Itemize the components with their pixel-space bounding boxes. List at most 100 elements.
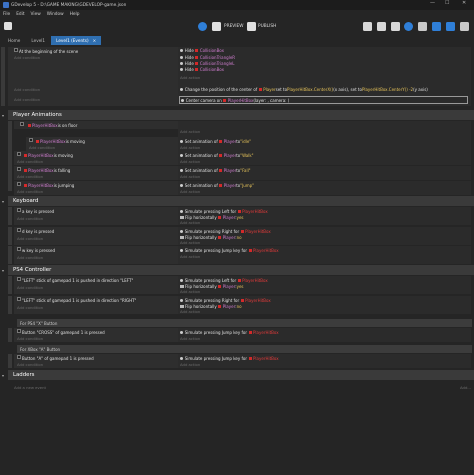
condition-gamepad-stick[interactable]: "LEFT" stick of gamepad 1 is pushed in d…	[22, 278, 133, 283]
group-ladders[interactable]: ▾ Ladders	[2, 370, 474, 380]
add-condition-link[interactable]: Add condition	[17, 189, 43, 194]
condition-key-pressed[interactable]: w key is pressed	[22, 248, 55, 253]
condition-player-state[interactable]: PlayerHitBox is jumping	[22, 183, 74, 188]
close-icon[interactable]: ✕	[462, 0, 466, 6]
add-action-link[interactable]: Add action	[180, 129, 200, 134]
condition-player-state[interactable]: PlayerHitBox is moving	[22, 153, 73, 158]
event-checkbox[interactable]	[14, 48, 18, 52]
simulate-key-action[interactable]: Simulate pressing Jump key for PlayerHitB…	[180, 248, 279, 253]
add-condition-link[interactable]: Add condition	[17, 174, 43, 179]
event-checkbox[interactable]	[17, 152, 21, 156]
add-menu-link[interactable]: Add...	[460, 385, 471, 390]
add-condition-link[interactable]: Add condition	[17, 255, 43, 260]
simulate-key-action[interactable]: Simulate pressing Right for PlayerHitBox	[180, 229, 271, 234]
redo-icon[interactable]	[446, 22, 455, 31]
add-action-link[interactable]: Add action	[180, 174, 200, 179]
event-drag-handle[interactable]	[1, 47, 5, 85]
add-condition-link[interactable]: Add condition	[14, 87, 40, 92]
event-checkbox[interactable]	[17, 167, 21, 171]
condition-on-floor[interactable]: PlayerHitBox is on floor	[26, 123, 77, 128]
add-other-icon[interactable]	[391, 22, 400, 31]
delete-icon[interactable]	[418, 22, 427, 31]
add-action-link[interactable]: Add action	[180, 145, 200, 150]
menu-file[interactable]: File	[3, 12, 10, 17]
condition-gamepad-button[interactable]: Button "A" of gamepad 1 is pressed	[22, 356, 94, 361]
add-action-link[interactable]: Add action	[180, 309, 200, 314]
add-action-link[interactable]: Add action	[180, 75, 200, 80]
event-drag-handle[interactable]	[1, 95, 5, 106]
collapse-chevron-icon[interactable]: ▾	[2, 268, 4, 273]
event-checkbox[interactable]	[17, 329, 21, 333]
tab-level1-events[interactable]: Level1 (Events) ×	[51, 36, 102, 45]
events-sheet[interactable]: At the beginning of the scene Add conditi…	[0, 45, 474, 475]
add-condition-link[interactable]: Add condition	[17, 336, 43, 341]
center-camera-action[interactable]: Center camera on PlayerHitBox (layer: , ca…	[181, 98, 289, 103]
add-subevent-icon[interactable]	[377, 22, 386, 31]
preview-button[interactable]: PREVIEW	[224, 24, 243, 29]
hide-action[interactable]: Hide CollisionTriangleR	[180, 55, 235, 60]
tab-close-icon[interactable]: ×	[93, 38, 97, 43]
event-drag-handle[interactable]	[8, 354, 12, 368]
collapse-chevron-icon[interactable]: ▾	[2, 373, 4, 378]
add-action-link[interactable]: Add action	[180, 189, 200, 194]
add-plus-icon[interactable]	[404, 22, 413, 31]
event-drag-handle[interactable]	[8, 328, 12, 342]
group-ps4-controller[interactable]: ▾ PS4 Controller	[2, 265, 474, 275]
publish-icon[interactable]	[247, 22, 256, 31]
settings-icon[interactable]	[460, 22, 469, 31]
add-action-link[interactable]: Add action	[180, 254, 200, 259]
publish-button[interactable]: PUBLISH	[258, 24, 276, 29]
hide-action[interactable]: Hide CollisionTriangleL	[180, 61, 235, 66]
add-condition-link[interactable]: Add condition	[14, 97, 40, 102]
add-condition-link[interactable]: Add condition	[17, 159, 43, 164]
menu-edit[interactable]: Edit	[16, 12, 24, 17]
menu-window[interactable]: Window	[47, 12, 64, 17]
menu-help[interactable]: Help	[70, 12, 80, 17]
group-keyboard[interactable]: ▾ Keyboard	[2, 196, 474, 206]
add-condition-link[interactable]: Add condition	[17, 236, 43, 241]
tab-level1[interactable]: Level1	[26, 36, 50, 45]
add-action-link[interactable]: Add action	[180, 220, 200, 225]
condition-gamepad-stick[interactable]: "LEFT" stick of gamepad 1 is pushed in d…	[22, 298, 136, 303]
event-checkbox[interactable]	[17, 297, 21, 301]
add-new-event-link[interactable]: Add a new event	[14, 385, 46, 390]
add-condition-link[interactable]: Add condition	[17, 285, 43, 290]
simulate-jump-action[interactable]: Simulate pressing Jump key for PlayerHitB…	[180, 330, 279, 335]
add-action-link[interactable]: Add action	[180, 240, 200, 245]
minimize-icon[interactable]: —	[430, 0, 435, 6]
condition-beginning-scene[interactable]: At the beginning of the scene	[19, 49, 78, 54]
hide-action[interactable]: Hide CollisionBox	[180, 67, 224, 72]
undo-icon[interactable]	[432, 22, 441, 31]
add-event-icon[interactable]	[363, 22, 372, 31]
condition-player-state[interactable]: PlayerHitBox is falling	[22, 168, 70, 173]
add-action-link[interactable]: Add action	[180, 289, 200, 294]
simulate-jump-action[interactable]: Simulate pressing Jump key for PlayerHitB…	[180, 356, 279, 361]
event-drag-handle[interactable]	[8, 121, 12, 191]
hide-action[interactable]: Hide CollisionBox	[180, 48, 224, 53]
group-player-animations[interactable]: ▾ Player Animations	[2, 110, 474, 120]
project-manager-icon[interactable]	[4, 22, 12, 30]
event-drag-handle[interactable]	[8, 296, 12, 314]
condition-key-pressed[interactable]: d key is pressed	[22, 229, 54, 234]
add-condition-link[interactable]: Add condition	[17, 216, 43, 221]
debug-icon[interactable]	[198, 22, 207, 31]
condition-gamepad-button[interactable]: Button "CROSS" of gamepad 1 is pressed	[22, 330, 105, 335]
add-action-link[interactable]: Add action	[180, 159, 200, 164]
add-condition-link[interactable]: Add condition	[29, 145, 55, 150]
event-drag-handle[interactable]	[8, 227, 12, 245]
set-animation-action[interactable]: Set animation of Player to "idle"	[180, 139, 251, 144]
event-drag-handle[interactable]	[8, 246, 12, 264]
simulate-key-action[interactable]: Simulate pressing Left for PlayerHitBox	[180, 278, 268, 283]
tab-home[interactable]: Home	[3, 36, 25, 45]
set-animation-action[interactable]: Set animation of Player to "Walk"	[180, 153, 254, 158]
event-drag-handle[interactable]	[8, 207, 12, 225]
event-drag-handle[interactable]	[1, 85, 5, 95]
menu-view[interactable]: View	[31, 12, 41, 17]
add-condition-link[interactable]: Add condition	[14, 55, 40, 60]
event-checkbox[interactable]	[20, 122, 24, 126]
event-checkbox[interactable]	[17, 355, 21, 359]
simulate-key-action[interactable]: Simulate pressing Left for PlayerHitBox	[180, 209, 268, 214]
event-checkbox[interactable]	[17, 208, 21, 212]
event-checkbox[interactable]	[17, 182, 21, 186]
add-action-link[interactable]: Add action	[180, 336, 200, 341]
